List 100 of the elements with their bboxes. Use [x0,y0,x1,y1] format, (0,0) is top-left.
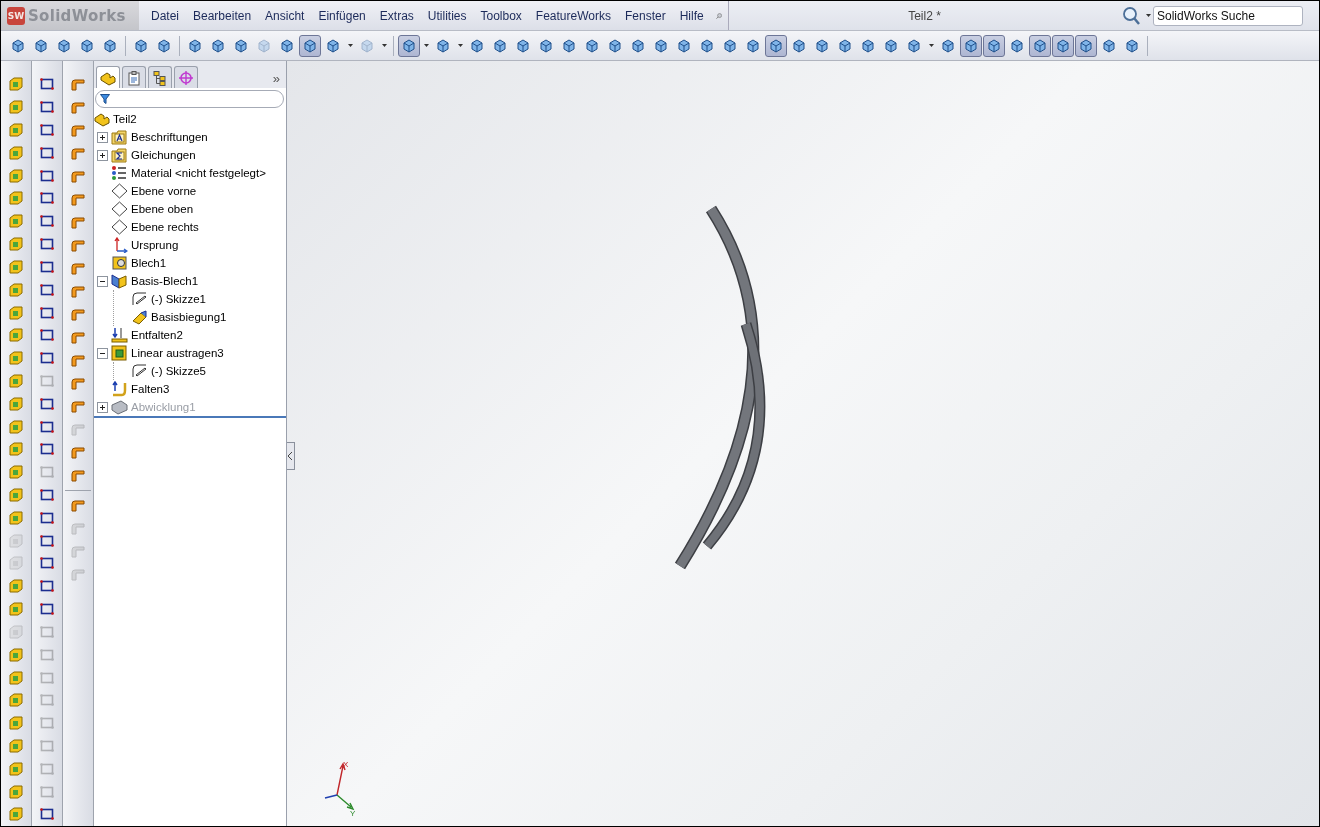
tree-item[interactable]: (-) Skizze5 [131,363,206,379]
bent-sheet-icon [70,467,86,484]
block-icon [8,737,24,754]
toolbar-button[interactable] [299,34,321,57]
cube-icon [325,37,341,54]
cube-icon [538,37,554,54]
toolbar-button[interactable] [960,34,982,57]
tree-item[interactable]: Falten3 [111,381,170,397]
menu-item[interactable]: Ansicht [259,5,311,26]
panel-tab[interactable] [174,66,198,88]
expand-toggle[interactable] [97,149,108,161]
rectangle-sketch-icon [39,760,55,777]
panel-collapse-handle[interactable] [287,442,295,470]
block-icon [8,578,24,595]
toolbar-button[interactable] [1029,34,1051,57]
list-icon [111,165,128,181]
rectangle-sketch-icon [39,692,55,709]
bent-sheet-icon [70,191,86,208]
tree-item[interactable]: Blech1 [111,255,167,271]
tree-item[interactable]: Entfalten2 [111,327,183,343]
cube-icon [359,37,375,54]
wedge-icon [131,309,148,325]
expand-toggle[interactable] [97,131,108,143]
tree-item[interactable]: Teil2 [94,111,137,127]
block-icon [8,646,24,663]
tree-item[interactable]: Ebene rechts [111,219,199,235]
folder-icon [111,147,128,163]
cube-icon [469,37,485,54]
more-button[interactable]: » [268,71,284,88]
expand-toggle[interactable] [97,347,108,359]
menu-item[interactable]: Hilfe [673,5,710,26]
menu-item[interactable]: Einfügen [312,5,372,26]
tree-item[interactable]: Ursprung [111,237,179,253]
block-icon [8,783,24,800]
sheet-icon [111,273,128,289]
rectangle-sketch-icon [39,623,55,640]
panel-tab[interactable] [148,66,172,88]
blocks-icon [94,111,110,127]
toolbar-button[interactable] [765,34,787,57]
menu-item[interactable]: Toolbox [474,5,528,26]
rectangle-sketch-icon [39,646,55,663]
menu-item[interactable]: Datei [145,5,185,26]
tree-item[interactable]: (-) Skizze1 [131,291,206,307]
filter-field[interactable] [95,90,284,108]
cube-icon [279,37,295,54]
menu-item[interactable]: FeatureWorks [529,5,617,26]
cube-icon [1055,37,1071,54]
bent-sheet-icon [70,122,86,139]
block-icon [8,395,24,412]
expand-toggle[interactable] [97,275,108,287]
folder-icon [111,129,128,145]
menu-item[interactable]: Extras [373,5,420,26]
toolbar-button[interactable] [1052,34,1074,57]
block-icon [8,532,24,549]
search-field[interactable]: SolidWorks Suche [1153,5,1303,26]
rectangle-sketch-icon [39,76,55,93]
rectangle-sketch-icon [39,236,55,253]
toolbar-button[interactable] [1075,34,1097,57]
block-icon [8,236,24,253]
rectangle-sketch-icon [39,783,55,800]
tree-item[interactable]: Ebene oben [111,201,194,217]
cube-icon [1101,37,1117,54]
toolbar-button[interactable] [983,34,1005,57]
arrow-down-icon [111,327,128,343]
rectangle-sketch-icon [39,395,55,412]
cube-icon [302,37,318,54]
menu-item[interactable]: Bearbeiten [187,5,258,26]
tree-item[interactable]: Ebene vorne [111,183,197,199]
rectangle-sketch-icon [39,715,55,732]
bent-sheet-icon [70,168,86,185]
block-icon [8,692,24,709]
tree-item[interactable]: Beschriftungen [111,129,208,145]
menu-item[interactable]: Utilities [421,5,473,26]
tree-item[interactable]: Basis-Blech1 [111,273,199,289]
tree-item[interactable]: Linear austragen3 [111,345,224,361]
tree-item[interactable]: Gleichungen [111,147,196,163]
bent-sheet-icon [70,145,86,162]
rectangle-sketch-icon [39,258,55,275]
cube-icon [837,37,853,54]
panel-tab[interactable] [96,66,120,88]
panel-tab[interactable] [122,66,146,88]
box-icon [111,345,128,361]
cube-icon [492,37,508,54]
tree-item[interactable]: Material <nicht festgelegt> [111,165,266,181]
rectangle-sketch-icon [39,327,55,344]
toolbar-button[interactable] [398,34,420,57]
rectangle-sketch-icon [39,144,55,161]
bent-sheet-icon [70,352,86,369]
tree-item[interactable]: Basisbiegung1 [131,309,227,325]
caret-icon [381,44,387,47]
cube-icon [102,37,118,54]
cube-icon [33,37,49,54]
rectangle-sketch-icon [39,167,55,184]
rectangle-sketch-icon [39,806,55,823]
block-icon [8,669,24,686]
sketch-icon [131,363,148,379]
rectangle-sketch-icon [39,737,55,754]
gear-box-icon [111,255,128,271]
menu-item[interactable]: Fenster [619,5,672,26]
app-logo: SolidWorks [28,6,126,25]
